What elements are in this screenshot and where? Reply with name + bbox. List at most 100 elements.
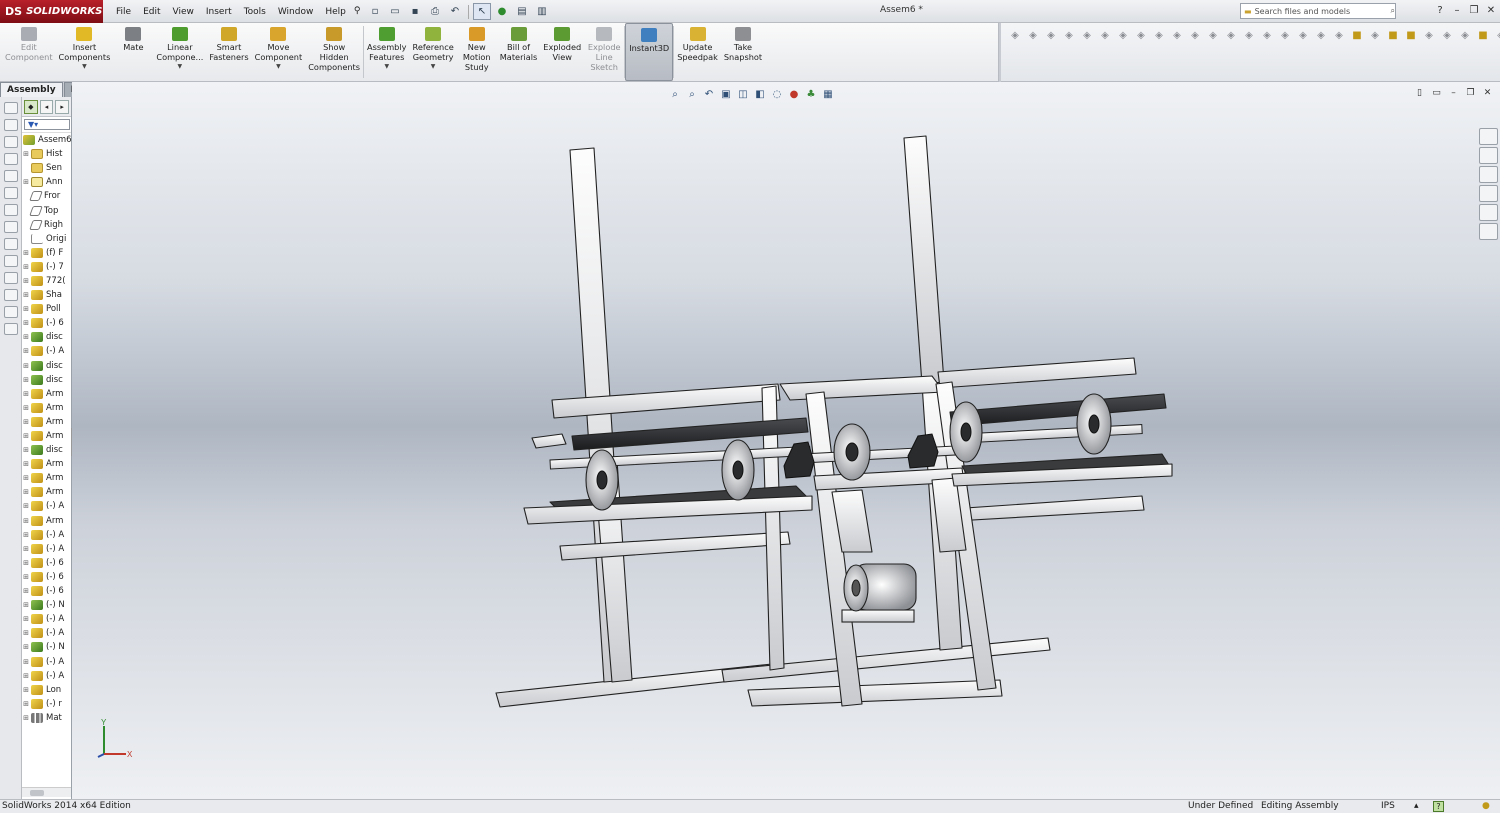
expand-icon[interactable]: ⊞ (22, 573, 30, 581)
tree-item[interactable]: ⊞ (-) N (22, 640, 71, 654)
edit-appearance-icon[interactable]: ● (787, 87, 801, 101)
update-speedpak-button[interactable]: Update Speedpak (674, 23, 721, 81)
chevron-down-icon[interactable]: ▼ (276, 62, 281, 72)
rebuild-icon[interactable]: ● (493, 3, 511, 20)
toolbox-icon[interactable]: ◈ (1457, 27, 1473, 43)
expand-icon[interactable]: ⊞ (22, 319, 30, 327)
arc-icon[interactable]: ◈ (1151, 27, 1167, 43)
rectangle-icon[interactable]: ◈ (1115, 27, 1131, 43)
undo-icon[interactable]: ↶ (446, 3, 464, 20)
tree-item[interactable]: ⊞ (f) F (22, 246, 71, 260)
graphics-area[interactable]: ⌕ ⌕ ↶ ▣ ◫ ◧ ◌ ● ♣ ▦ ▯ ▭ – ❐ ✕ Y X (72, 82, 1500, 799)
zoom-to-area-icon[interactable]: ⌕ (685, 87, 699, 101)
view-settings-icon[interactable]: ▦ (821, 87, 835, 101)
expand-icon[interactable]: ⊞ (22, 559, 30, 567)
tree-item[interactable]: ⊞ (-) 6 (22, 584, 71, 598)
tile-horizontal-icon[interactable]: ▯ (1413, 86, 1426, 99)
tree-item[interactable]: ⊞ (-) A (22, 499, 71, 513)
expand-icon[interactable]: ⊞ (22, 347, 30, 355)
expand-icon[interactable]: ⊞ (22, 587, 30, 595)
expand-icon[interactable]: ⊞ (22, 460, 30, 468)
fillet-tool-icon[interactable] (4, 221, 18, 233)
tree-item[interactable]: ⊞ Poll (22, 302, 71, 316)
expand-icon[interactable]: ⊞ (22, 658, 30, 666)
expand-icon[interactable]: ⊞ (22, 178, 30, 186)
tree-item[interactable]: ⊞ Lon (22, 683, 71, 697)
tree-item[interactable]: ⊞ disc (22, 443, 71, 457)
tree-item[interactable]: Top (22, 203, 71, 217)
insert-components-button[interactable]: Insert Components ▼ (56, 23, 114, 81)
offset-icon[interactable]: ◈ (1223, 27, 1239, 43)
pin-menu-icon[interactable]: ⚲ (354, 6, 366, 18)
section-view-icon[interactable]: ▣ (719, 87, 733, 101)
chevron-down-icon[interactable]: ▼ (178, 62, 183, 72)
chevron-down-icon[interactable]: ▼ (82, 62, 87, 72)
expand-icon[interactable]: ⊞ (22, 672, 30, 680)
tree-item[interactable]: ⊞ disc (22, 373, 71, 387)
trim-icon[interactable]: ◈ (1205, 27, 1221, 43)
search-box[interactable]: ▬ Search files and models ⌕ (1240, 3, 1396, 19)
open-folder-icon[interactable]: ▭ (386, 3, 404, 20)
menu-view[interactable]: View (167, 7, 200, 17)
mirror-icon[interactable]: ◈ (1241, 27, 1257, 43)
offset-tool-icon[interactable] (4, 255, 18, 267)
grid-icon[interactable]: ◈ (1295, 27, 1311, 43)
custom-properties-icon[interactable] (1479, 223, 1498, 240)
help-status-icon[interactable]: ? (1433, 801, 1444, 812)
expand-icon[interactable]: ⊞ (22, 362, 30, 370)
exploded-view-button[interactable]: Exploded View (540, 23, 584, 81)
tab-scroll-left-icon[interactable]: ◂ (39, 99, 54, 114)
save-icon[interactable]: ▪ (406, 3, 424, 20)
options-icon[interactable]: ▥ (533, 3, 551, 20)
smart-dimension-icon[interactable] (4, 119, 18, 131)
new-motion-study-button[interactable]: New Motion Study (457, 23, 497, 81)
smart-dimension-icon[interactable]: ◈ (1079, 27, 1095, 43)
expand-icon[interactable]: ⊞ (22, 531, 30, 539)
expand-icon[interactable]: ⊞ (22, 249, 30, 257)
color-icon[interactable]: ◈ (1277, 27, 1293, 43)
menu-file[interactable]: File (110, 7, 137, 17)
sketch-tool-icon[interactable] (4, 102, 18, 114)
print-icon[interactable]: ⎙ (426, 3, 444, 20)
tab-assembly[interactable]: Assembly (0, 82, 63, 97)
tree-item[interactable]: ⊞ (-) A (22, 542, 71, 556)
new-document-icon[interactable]: ▫ (366, 3, 384, 20)
tree-item[interactable]: ⊞ Arm (22, 457, 71, 471)
tree-filter[interactable]: ▼▾ (22, 117, 71, 133)
circle-tool-icon[interactable] (4, 170, 18, 182)
layer-icon[interactable]: ◈ (1313, 27, 1329, 43)
tree-item[interactable]: ⊞ Hist (22, 147, 71, 161)
tree-item[interactable]: ⊞ Ann (22, 175, 71, 189)
tree-item[interactable]: ⊞ (-) A (22, 669, 71, 683)
tree-horizontal-scrollbar[interactable] (22, 787, 71, 797)
take-snapshot-button[interactable]: Take Snapshot (721, 23, 765, 81)
measure-icon[interactable]: ■ (1349, 27, 1365, 43)
select-arrow-icon[interactable]: ↖ (473, 3, 491, 20)
fillet-icon[interactable]: ◈ (1187, 27, 1203, 43)
expand-icon[interactable]: ⊞ (22, 643, 30, 651)
zebra-icon[interactable]: ◈ (1421, 27, 1437, 43)
display-style-icon[interactable]: ◧ (753, 87, 767, 101)
expand-icon[interactable]: ⊞ (22, 333, 30, 341)
tab-scroll-right-icon[interactable]: ▸ (55, 99, 70, 114)
mirror-tool-icon[interactable] (4, 272, 18, 284)
rectangle-tool-icon[interactable] (4, 153, 18, 165)
chevron-down-icon[interactable]: ▼ (431, 62, 436, 72)
repair-sketch-icon[interactable] (4, 323, 18, 335)
expand-icon[interactable]: ⊞ (22, 474, 30, 482)
expand-icon[interactable]: ⊞ (22, 714, 30, 722)
tree-item[interactable]: ⊞ (-) 6 (22, 570, 71, 584)
explode-line-sketch-button[interactable]: Explode Line Sketch (584, 23, 624, 81)
tree-item[interactable]: Righ (22, 218, 71, 232)
appearance-icon[interactable]: ◈ (1259, 27, 1275, 43)
apply-scene-icon[interactable]: ♣ (804, 87, 818, 101)
tree-item[interactable]: Assem6 (22, 133, 71, 147)
file-properties-icon[interactable]: ▤ (513, 3, 531, 20)
instant3d-button[interactable]: Instant3D (625, 23, 674, 81)
expand-icon[interactable]: ⊞ (22, 418, 30, 426)
tree-item[interactable]: ⊞ Arm (22, 429, 71, 443)
view-palette-icon[interactable] (1479, 185, 1498, 202)
expand-icon[interactable]: ⊞ (22, 432, 30, 440)
minimize-icon[interactable]: – (1450, 3, 1464, 17)
expand-icon[interactable]: ⊞ (22, 277, 30, 285)
